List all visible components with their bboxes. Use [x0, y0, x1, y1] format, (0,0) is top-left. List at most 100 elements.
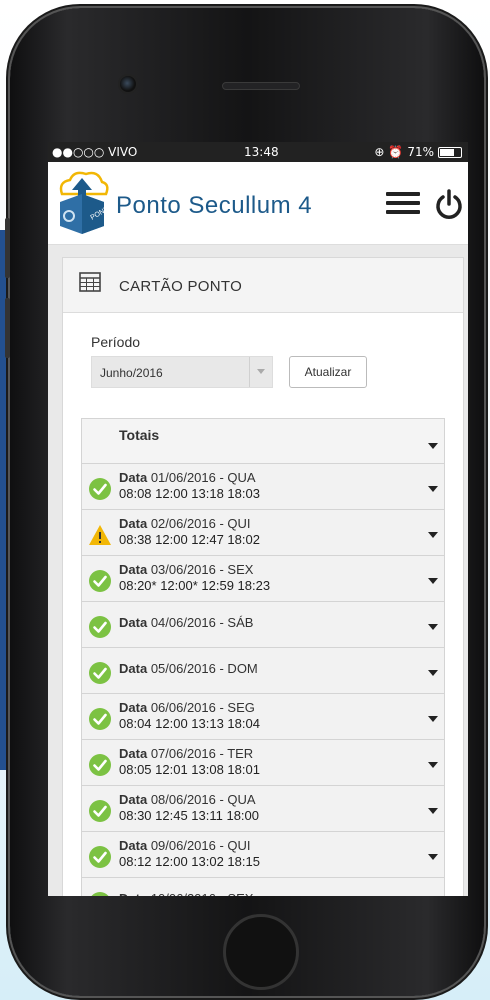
date-prefix: Data [119, 661, 148, 676]
chevron-down-icon [249, 357, 272, 387]
entry-date-value: 03/06/2016 - SEX [150, 562, 254, 577]
check-circle-icon [89, 846, 111, 868]
check-circle-icon [89, 800, 111, 822]
entry-date: Data 10/06/2016 - SEX [119, 891, 253, 896]
entry-date-value: 08/06/2016 - QUA [150, 792, 256, 807]
entry-date-value: 10/06/2016 - SEX [151, 891, 254, 896]
chevron-down-icon [428, 578, 438, 584]
check-circle-icon [89, 616, 111, 638]
chevron-down-icon [428, 808, 438, 814]
chevron-down-icon [428, 762, 438, 768]
app-title: Ponto Secullum 4 [116, 192, 313, 219]
earpiece-speaker [222, 82, 300, 90]
panel-title: CARTÃO PONTO [119, 278, 243, 295]
warning-icon [89, 525, 111, 545]
check-circle-icon [89, 708, 111, 730]
entry-times: 08:20* 12:00* 12:59 18:23 [119, 578, 271, 593]
alarm-icon: ⏰ [388, 145, 404, 159]
check-circle-icon [89, 662, 111, 684]
entry-date: Data 02/06/2016 - QUI [119, 516, 251, 531]
list-item[interactable]: Data 09/06/2016 - QUI 08:12 12:00 13:02 1… [81, 832, 445, 878]
phone-frame: ●●○○○ VIVO 13:48 ⊕ ⏰ 71% PONTO 4 Ponto S… [5, 8, 484, 996]
entry-date: Data 08/06/2016 - QUA [119, 792, 256, 807]
entry-times: 08:05 12:01 13:08 18:01 [119, 762, 260, 777]
calendar-table-icon [79, 272, 101, 292]
date-prefix: Data [119, 700, 148, 715]
entry-date-value: 01/06/2016 - QUA [150, 470, 256, 485]
hamburger-menu-icon[interactable] [386, 192, 420, 216]
chevron-down-icon [428, 854, 438, 860]
chevron-down-icon [428, 532, 438, 538]
chevron-down-icon [428, 670, 438, 676]
lock-rotation-icon: ⊕ [374, 145, 385, 159]
date-prefix: Data [119, 470, 148, 485]
main-content: CARTÃO PONTO Período Junho/2016 Atualiza… [48, 245, 468, 896]
entry-date: Data 01/06/2016 - QUA [119, 470, 256, 485]
chevron-down-icon [428, 716, 438, 722]
home-button[interactable] [223, 914, 299, 990]
entry-times: 08:04 12:00 13:13 18:04 [119, 716, 260, 731]
update-button[interactable]: Atualizar [289, 356, 367, 388]
list-item[interactable]: Data 01/06/2016 - QUA 08:08 12:00 13:18 1… [81, 464, 445, 510]
chevron-down-icon [428, 486, 438, 492]
list-item[interactable]: Data 08/06/2016 - QUA 08:30 12:45 13:11 1… [81, 786, 445, 832]
entry-date: Data 09/06/2016 - QUI [119, 838, 251, 853]
date-prefix: Data [119, 792, 148, 807]
entry-date-value: 02/06/2016 - QUI [150, 516, 251, 531]
date-prefix: Data [119, 891, 147, 896]
totals-row[interactable]: Totais [81, 418, 445, 464]
date-prefix: Data [119, 746, 148, 761]
timecard-panel: CARTÃO PONTO Período Junho/2016 Atualiza… [62, 257, 464, 896]
entry-times: 08:30 12:45 13:11 18:00 [119, 808, 259, 823]
status-right: ⊕ ⏰ 71% [374, 145, 462, 159]
entry-date-value: 09/06/2016 - QUI [150, 838, 251, 853]
date-prefix: Data [119, 615, 148, 630]
front-camera [118, 74, 138, 94]
entry-date: Data 05/06/2016 - DOM [119, 661, 258, 676]
entry-times: 08:12 12:00 13:02 18:15 [119, 854, 260, 869]
entry-date: Data 03/06/2016 - SEX [119, 562, 253, 577]
date-prefix: Data [119, 562, 148, 577]
entry-date: Data 07/06/2016 - TER [119, 746, 253, 761]
chevron-down-icon [428, 624, 438, 630]
check-circle-icon [91, 892, 109, 896]
entry-date-value: 07/06/2016 - TER [150, 746, 254, 761]
list-item[interactable]: Data 05/06/2016 - DOM [81, 648, 445, 694]
entry-times: 08:08 12:00 13:18 18:03 [119, 486, 260, 501]
list-item[interactable]: Data 10/06/2016 - SEX [81, 878, 445, 896]
battery-percent: 71% [407, 145, 434, 159]
volume-up-button [5, 218, 10, 278]
status-bar: ●●○○○ VIVO 13:48 ⊕ ⏰ 71% [48, 142, 468, 162]
app-logo: PONTO 4 [59, 171, 110, 234]
period-selected-value: Junho/2016 [100, 366, 163, 380]
status-time: 13:48 [244, 145, 279, 159]
list-item[interactable]: Data 02/06/2016 - QUI 08:38 12:00 12:47 1… [81, 510, 445, 556]
date-prefix: Data [119, 838, 148, 853]
date-prefix: Data [119, 516, 148, 531]
check-circle-icon [89, 570, 111, 592]
phone-screen: ●●○○○ VIVO 13:48 ⊕ ⏰ 71% PONTO 4 Ponto S… [48, 142, 468, 896]
entry-times: 08:38 12:00 12:47 18:02 [119, 532, 260, 547]
list-item[interactable]: Data 06/06/2016 - SEG 08:04 12:00 13:13 1… [81, 694, 445, 740]
app-header: PONTO 4 Ponto Secullum 4 [48, 162, 468, 245]
entry-date: Data 04/06/2016 - SÁB [119, 615, 253, 630]
period-select[interactable]: Junho/2016 [91, 356, 273, 388]
check-circle-icon [89, 478, 111, 500]
entry-date-value: 05/06/2016 - DOM [150, 661, 258, 676]
entry-date: Data 06/06/2016 - SEG [119, 700, 255, 715]
check-circle-icon [89, 754, 111, 776]
period-label: Período [91, 334, 141, 350]
entry-date-value: 06/06/2016 - SEG [150, 700, 255, 715]
entry-date-value: 04/06/2016 - SÁB [150, 615, 254, 630]
list-item[interactable]: Data 07/06/2016 - TER 08:05 12:01 13:08 1… [81, 740, 445, 786]
list-item[interactable]: Data 04/06/2016 - SÁB [81, 602, 445, 648]
battery-icon [438, 146, 462, 158]
power-icon[interactable] [434, 188, 464, 220]
list-item[interactable]: Data 03/06/2016 - SEX 08:20* 12:00* 12:59… [81, 556, 445, 602]
volume-down-button [5, 298, 10, 358]
totals-label: Totais [119, 427, 160, 443]
timecard-list: Totais Data 01/06/2016 - QUA 08:08 12:00 … [81, 418, 445, 896]
carrier-label: ●●○○○ VIVO [52, 145, 138, 159]
panel-header: CARTÃO PONTO [63, 258, 463, 313]
chevron-down-icon [428, 443, 438, 449]
